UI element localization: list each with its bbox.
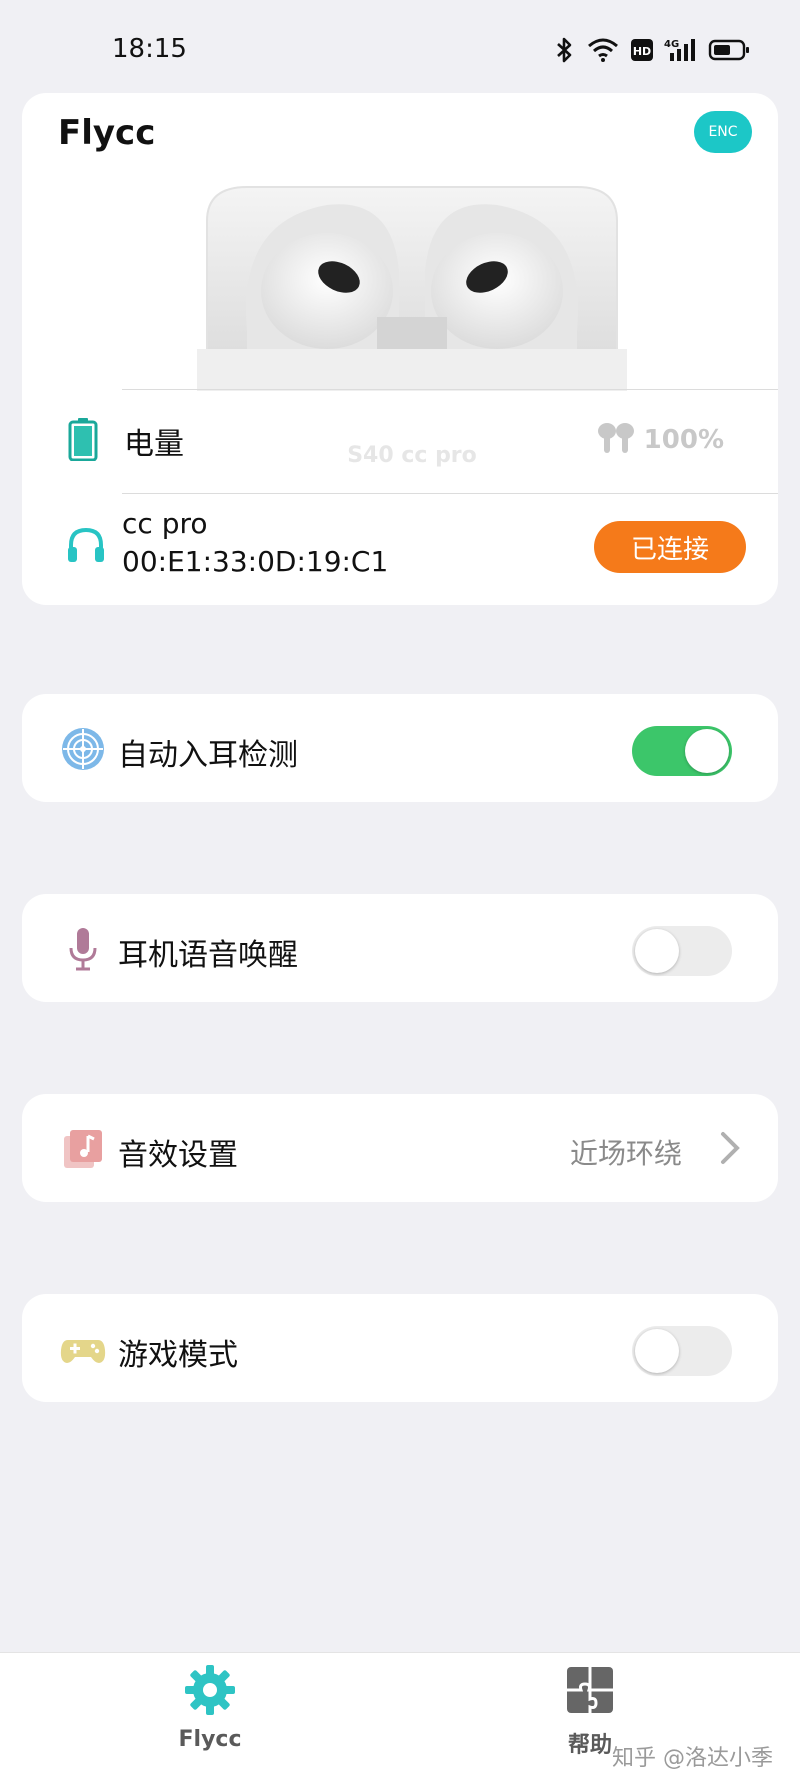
4g-signal-icon: 4G <box>664 37 698 63</box>
sound-effect-card[interactable]: 音效设置 近场环绕 <box>22 1094 778 1202</box>
earbuds-icon <box>596 421 636 459</box>
device-card: Flycc ENC S40 cc pro 电量 100% cc pro 00:E… <box>22 93 778 605</box>
mac-address: 00:E1:33:0D:19:C1 <box>122 545 389 578</box>
bluetooth-icon <box>554 36 576 64</box>
gear-icon <box>183 1665 237 1721</box>
earbuds-case-image: S40 cc pro <box>177 181 647 468</box>
puzzle-icon <box>563 1667 617 1721</box>
device-name: Flycc <box>58 113 156 153</box>
battery-value: 100% <box>643 425 724 455</box>
battery-icon <box>68 417 98 465</box>
battery-label: 电量 <box>124 427 184 462</box>
gamepad-icon <box>60 1326 106 1372</box>
game-mode-toggle[interactable] <box>632 1326 732 1376</box>
toggle-knob <box>635 929 679 973</box>
connected-button[interactable]: 已连接 <box>594 521 746 573</box>
game-mode-card: 游戏模式 <box>22 1294 778 1402</box>
sound-effect-value: 近场环绕 <box>569 1137 682 1170</box>
battery-status-icon <box>708 38 750 62</box>
hd-icon: HD <box>630 38 654 62</box>
nav-item-flycc[interactable]: Flycc <box>150 1663 270 1752</box>
status-icons: HD 4G <box>554 36 750 64</box>
chevron-right-icon <box>718 1130 742 1170</box>
hd-text: HD <box>633 45 651 58</box>
status-time: 18:15 <box>112 34 187 64</box>
radar-icon <box>60 726 106 772</box>
connection-name: cc pro <box>122 507 208 540</box>
app-screen: 18:15 HD 4G Flycc ENC S40 cc pro 电量 100%… <box>0 0 800 1777</box>
voice-wakeup-card: 耳机语音唤醒 <box>22 894 778 1002</box>
battery-level: 100% <box>596 421 724 459</box>
music-album-icon <box>60 1126 106 1172</box>
toggle-knob <box>635 1329 679 1373</box>
in-ear-detection-label: 自动入耳检测 <box>118 738 298 773</box>
status-bar: 18:15 HD 4G <box>0 0 800 100</box>
toggle-knob <box>685 729 729 773</box>
nav-label-flycc: Flycc <box>178 1727 242 1752</box>
voice-wakeup-toggle[interactable] <box>632 926 732 976</box>
network-text: 4G <box>664 39 679 50</box>
headphones-icon <box>66 525 106 569</box>
in-ear-detection-toggle[interactable] <box>632 726 732 776</box>
sound-effect-label: 音效设置 <box>118 1138 238 1173</box>
wifi-icon <box>586 37 620 63</box>
microphone-icon <box>60 926 106 972</box>
in-ear-detection-card: 自动入耳检测 <box>22 694 778 802</box>
game-mode-label: 游戏模式 <box>118 1338 238 1373</box>
battery-row: 电量 100% <box>22 389 778 489</box>
watermark: 知乎 @洛达小季 <box>612 1746 773 1771</box>
voice-wakeup-label: 耳机语音唤醒 <box>118 938 298 973</box>
enc-badge[interactable]: ENC <box>694 111 752 153</box>
connection-row: cc pro 00:E1:33:0D:19:C1 已连接 <box>22 493 778 601</box>
